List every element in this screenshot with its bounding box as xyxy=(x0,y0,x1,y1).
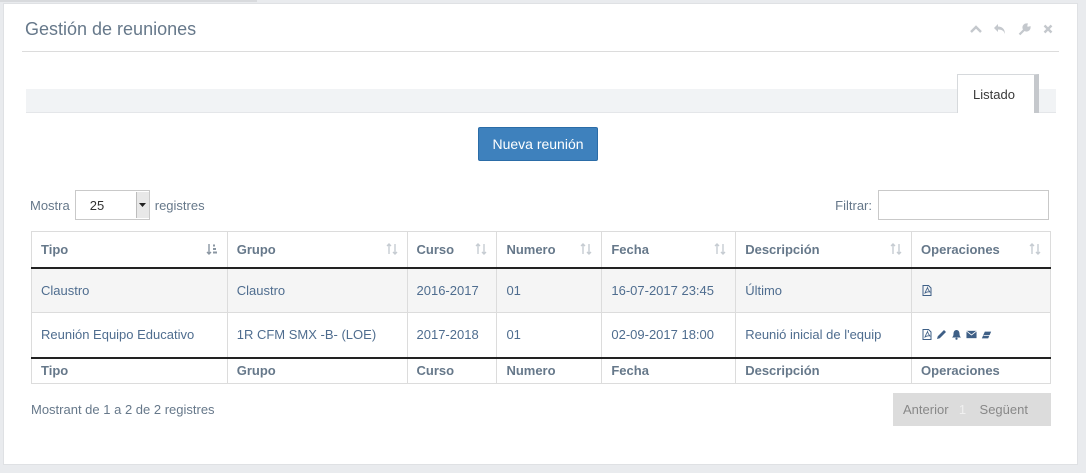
column-header-curso[interactable]: Curso xyxy=(406,231,497,269)
widget-header: Gestión de reuniones xyxy=(22,4,1059,52)
filter-input[interactable] xyxy=(878,190,1049,220)
cell-tipo: Claustro xyxy=(31,267,228,313)
filter-control: Filtrar: xyxy=(835,190,1049,220)
cell-operaciones xyxy=(911,267,1051,313)
page-top-border xyxy=(0,0,257,2)
table-info: Mostrant de 1 a 2 de 2 registres xyxy=(31,402,215,417)
tab-bar: Listado xyxy=(26,74,1056,113)
page-title: Gestión de reuniones xyxy=(25,19,197,39)
footer-fecha: Fecha xyxy=(601,356,736,384)
column-header-fecha[interactable]: Fecha xyxy=(601,231,736,269)
wrench-icon[interactable] xyxy=(1016,21,1032,37)
tab-listado[interactable]: Listado xyxy=(957,74,1039,113)
widget-toolbar xyxy=(968,21,1056,37)
cell-tipo: Reunión Equipo Educativo xyxy=(31,312,228,358)
page-length-select[interactable]: 25 xyxy=(74,190,150,220)
column-header-numero[interactable]: Numero xyxy=(496,231,602,269)
eraser-icon[interactable] xyxy=(981,329,992,340)
cell-curso: 2016-2017 xyxy=(406,267,497,313)
footer-operaciones: Operaciones xyxy=(911,356,1051,384)
sort-both-icon xyxy=(386,243,398,258)
pencil-icon[interactable] xyxy=(936,329,947,340)
pagination-previous[interactable]: Anterior xyxy=(893,402,949,417)
sort-both-icon xyxy=(714,243,726,258)
sort-asc-active-icon xyxy=(206,243,218,258)
column-header-descripcion[interactable]: Descripción xyxy=(735,231,912,269)
cell-curso: 2017-2018 xyxy=(406,312,497,358)
envelope-icon[interactable] xyxy=(966,329,977,340)
close-icon[interactable] xyxy=(1040,21,1056,37)
column-header-tipo[interactable]: Tipo xyxy=(31,231,228,269)
cell-fecha: 02-09-2017 18:00 xyxy=(601,312,736,358)
pdf-icon[interactable] xyxy=(921,284,932,296)
column-header-operaciones[interactable]: Operaciones xyxy=(911,231,1051,269)
sort-both-icon xyxy=(890,243,902,258)
table-row: Claustro Claustro 2016-2017 01 16-07-201… xyxy=(31,267,1051,313)
table-footer-row: Tipo Grupo Curso Numero Fecha Descripció… xyxy=(31,356,1051,384)
chevron-down-icon xyxy=(135,192,149,218)
pagination: Anterior 1 Següent xyxy=(893,393,1051,426)
bell-icon[interactable] xyxy=(951,329,962,341)
undo-icon[interactable] xyxy=(992,21,1008,37)
cell-operaciones xyxy=(911,312,1051,358)
meetings-table: Tipo Grupo Curso Numero Fecha Descripció… xyxy=(31,231,1051,384)
collapse-icon[interactable] xyxy=(968,21,984,37)
length-prefix-label: Mostra xyxy=(30,197,70,213)
sort-both-icon xyxy=(580,243,592,258)
filter-label: Filtrar: xyxy=(835,197,872,213)
sort-both-icon xyxy=(475,243,487,258)
footer-curso: Curso xyxy=(406,356,497,384)
pagination-page-1[interactable]: 1 xyxy=(949,402,977,417)
cell-grupo: Claustro xyxy=(226,267,408,313)
cell-descripcion: Último xyxy=(735,267,912,313)
new-meeting-button[interactable]: Nueva reunión xyxy=(478,127,598,161)
table-row: Reunión Equipo Educativo 1R CFM SMX -B- … xyxy=(31,312,1051,358)
pagination-next[interactable]: Següent xyxy=(977,402,1028,417)
footer-descripcion: Descripción xyxy=(735,356,912,384)
page-length-value: 25 xyxy=(89,197,105,213)
cell-grupo: 1R CFM SMX -B- (LOE) xyxy=(226,312,408,358)
cell-numero: 01 xyxy=(496,312,602,358)
footer-numero: Numero xyxy=(496,356,602,384)
cell-numero: 01 xyxy=(496,267,602,313)
footer-tipo: Tipo xyxy=(31,356,228,384)
length-suffix-label: registres xyxy=(154,197,205,213)
footer-grupo: Grupo xyxy=(226,356,408,384)
cell-descripcion: Reunió inicial de l'equip xyxy=(735,312,912,358)
pdf-icon[interactable] xyxy=(921,329,932,341)
widget-box: Gestión de reuniones Listado Nueva reuni… xyxy=(3,3,1078,465)
cell-fecha: 16-07-2017 23:45 xyxy=(601,267,736,313)
column-header-grupo[interactable]: Grupo xyxy=(226,231,408,269)
page-length-control: Mostra 25 registres xyxy=(30,190,205,220)
table-header-row: Tipo Grupo Curso Numero Fecha Descripció… xyxy=(31,231,1051,269)
sort-both-icon xyxy=(1029,243,1041,258)
